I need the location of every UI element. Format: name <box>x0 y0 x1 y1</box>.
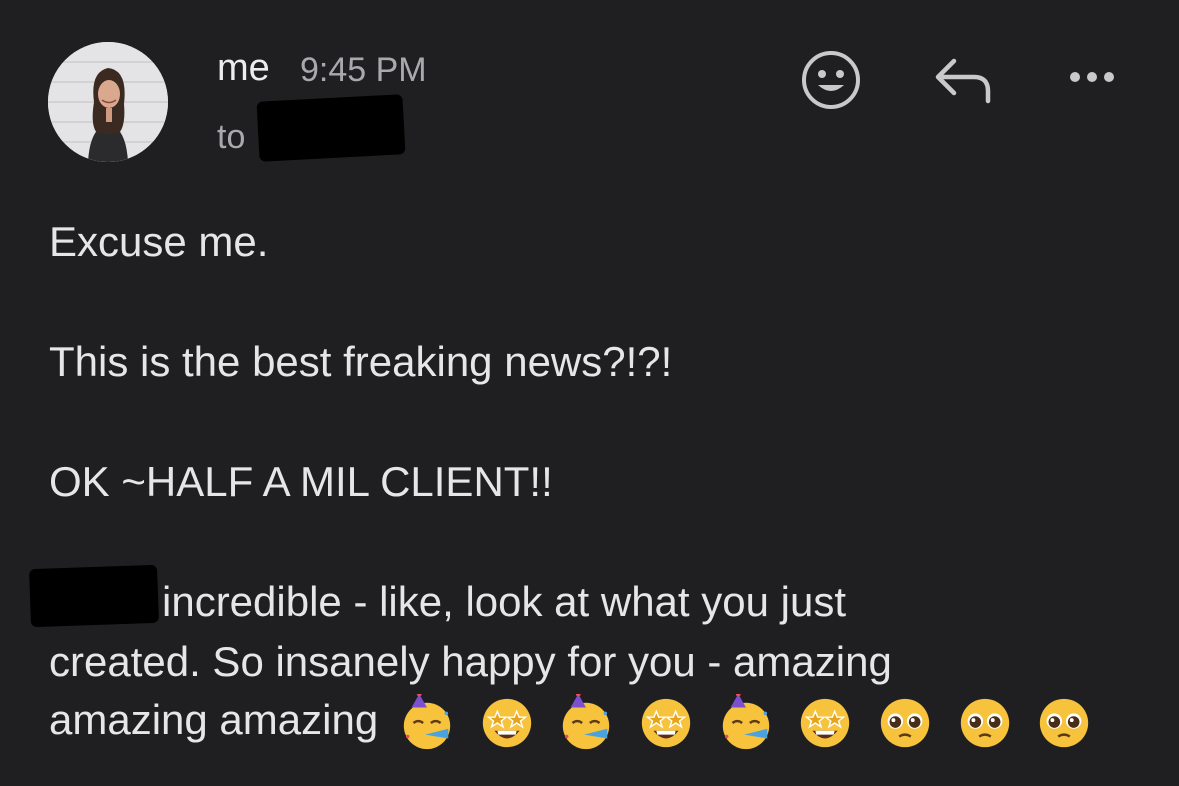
more-options-icon <box>1070 72 1114 82</box>
name-redaction <box>29 564 159 628</box>
add-reaction-button[interactable] <box>799 48 863 112</box>
star-struck-icon <box>641 698 691 748</box>
more-options-button[interactable] <box>1064 62 1124 92</box>
pleading-face-icon <box>1040 698 1089 748</box>
recipient-prefix: to <box>217 118 246 156</box>
recipient-redaction <box>256 94 406 162</box>
sender-name[interactable]: me <box>217 46 270 90</box>
avatar-photo <box>48 42 168 162</box>
message-line-2: This is the best freaking news?!?! <box>49 338 673 385</box>
email-message-view: me 9:45 PM to Excuse me. This is the bes… <box>0 0 1179 786</box>
partying-face-icon <box>562 694 610 750</box>
sender-avatar[interactable] <box>48 42 168 162</box>
message-line-1: Excuse me. <box>49 218 269 265</box>
partying-face-icon <box>722 694 769 750</box>
message-line-4: incredible - like, look at what you just <box>162 578 846 625</box>
message-line-3: OK ~HALF A MIL CLIENT!! <box>49 458 553 505</box>
star-struck-icon <box>801 698 850 748</box>
pleading-face-icon <box>880 698 930 748</box>
smiley-react-icon <box>802 51 860 109</box>
pleading-face-icon <box>960 698 1009 748</box>
reply-button[interactable] <box>930 52 994 108</box>
partying-face-icon <box>403 694 451 750</box>
message-line-6: amazing amazing <box>49 696 379 744</box>
message-timestamp: 9:45 PM <box>300 51 427 89</box>
star-struck-icon <box>482 698 531 748</box>
message-line-5: created. So insanely happy for you - ama… <box>49 638 892 685</box>
emoji-row <box>398 694 1103 752</box>
recipient-row[interactable]: to <box>217 115 245 159</box>
message-line-6-wrap: amazing amazing <box>49 694 1103 752</box>
reply-icon <box>935 58 991 104</box>
